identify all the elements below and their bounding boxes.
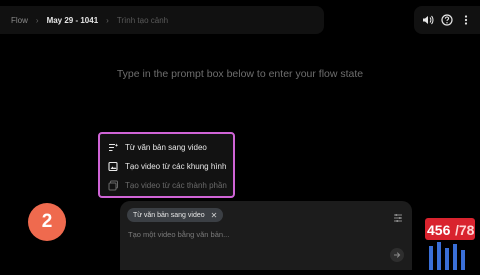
menu-item-label: Tạo video từ các thành phần: [125, 181, 227, 190]
send-button[interactable]: [390, 248, 404, 262]
breadcrumb-app[interactable]: Flow: [11, 16, 28, 25]
breadcrumb-project[interactable]: May 29 - 1041: [47, 16, 99, 25]
menu-item-label: Từ văn bản sang video: [125, 143, 207, 152]
prompt-box: Từ văn bản sang video ✕: [120, 201, 412, 270]
menu-item-label: Tạo video từ các khung hình: [125, 162, 227, 171]
menu-item-ingredients-to-video[interactable]: Tạo video từ các thành phần: [100, 176, 233, 195]
empty-state-hint: Type in the prompt box below to enter yo…: [116, 68, 364, 80]
svg-text:456: 456: [427, 222, 451, 238]
prompt-input[interactable]: [128, 227, 368, 241]
menu-item-text-to-video[interactable]: Từ văn bản sang video: [100, 138, 233, 157]
chevron-right-icon: ›: [35, 15, 39, 25]
frames-to-video-icon: [108, 161, 119, 172]
ingredients-to-video-icon: [108, 180, 119, 191]
chevron-right-icon: ›: [106, 15, 109, 25]
close-icon[interactable]: ✕: [211, 211, 218, 220]
volume-icon[interactable]: [421, 13, 435, 27]
menu-item-frames-to-video[interactable]: Tạo video từ các khung hình: [100, 157, 233, 176]
mode-menu: Từ văn bản sang video Tạo video từ các k…: [98, 132, 235, 198]
mode-chip-label: Từ văn bản sang video: [133, 211, 205, 219]
breadcrumb-page: Trình tạo cảnh: [116, 15, 169, 25]
step-number-badge: 2: [28, 203, 66, 241]
more-vert-icon[interactable]: [459, 13, 473, 27]
brand-logo: 456 /78: [421, 212, 477, 270]
arrow-right-icon: [393, 246, 401, 264]
mode-chip[interactable]: Từ văn bản sang video ✕: [127, 208, 224, 222]
text-to-video-icon: [108, 142, 119, 153]
top-toolbar: [414, 6, 480, 34]
tune-settings-icon[interactable]: [393, 210, 403, 222]
help-icon[interactable]: [440, 13, 454, 27]
svg-text:/78: /78: [455, 222, 475, 238]
breadcrumb: Flow › May 29 - 1041 › Trình tạo cảnh: [0, 6, 324, 34]
